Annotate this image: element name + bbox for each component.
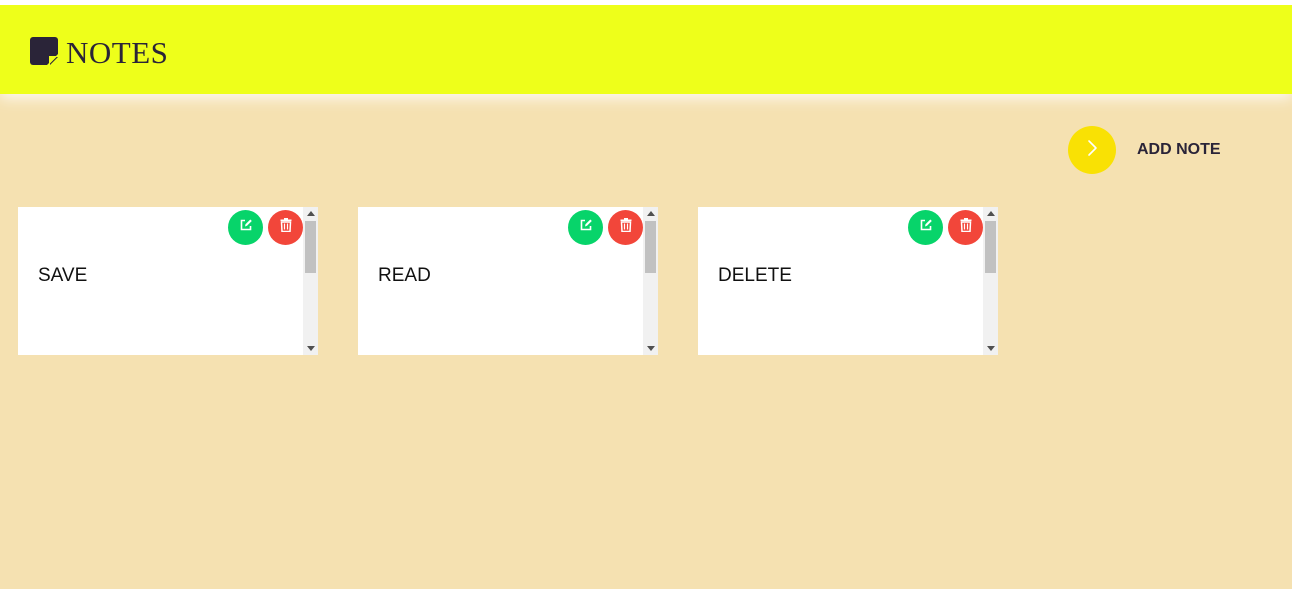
scroll-up-arrow-icon[interactable] bbox=[303, 207, 318, 219]
scroll-up-arrow-icon[interactable] bbox=[983, 207, 998, 219]
chevron-right-icon bbox=[1085, 139, 1099, 162]
edit-note-button[interactable] bbox=[908, 210, 943, 245]
page-title: NOTES bbox=[66, 35, 169, 70]
trash-icon bbox=[960, 218, 972, 237]
scrollbar-thumb[interactable] bbox=[645, 221, 656, 273]
edit-icon bbox=[579, 218, 593, 237]
scroll-down-arrow-icon[interactable] bbox=[303, 342, 318, 354]
note-text: SAVE bbox=[38, 265, 88, 286]
trash-icon bbox=[620, 218, 632, 237]
delete-note-button[interactable] bbox=[608, 210, 643, 245]
note-card: DELETE bbox=[698, 207, 998, 355]
note-scrollbar[interactable] bbox=[643, 207, 658, 355]
scroll-down-arrow-icon[interactable] bbox=[983, 342, 998, 354]
note-card: SAVE bbox=[18, 207, 318, 355]
note-text: READ bbox=[378, 265, 431, 286]
edit-note-button[interactable] bbox=[568, 210, 603, 245]
edit-icon bbox=[919, 218, 933, 237]
delete-note-button[interactable] bbox=[948, 210, 983, 245]
sticky-note-icon bbox=[30, 37, 58, 65]
add-note-button[interactable] bbox=[1068, 126, 1116, 174]
note-scrollbar[interactable] bbox=[303, 207, 318, 355]
add-note-label[interactable]: ADD NOTE bbox=[1137, 141, 1221, 159]
header-bar: NOTES bbox=[0, 5, 1292, 94]
scroll-up-arrow-icon[interactable] bbox=[643, 207, 658, 219]
trash-icon bbox=[280, 218, 292, 237]
scrollbar-thumb[interactable] bbox=[985, 221, 996, 273]
scroll-down-arrow-icon[interactable] bbox=[643, 342, 658, 354]
edit-icon bbox=[239, 218, 253, 237]
note-card: READ bbox=[358, 207, 658, 355]
scrollbar-thumb[interactable] bbox=[305, 221, 316, 273]
edit-note-button[interactable] bbox=[228, 210, 263, 245]
delete-note-button[interactable] bbox=[268, 210, 303, 245]
note-text: DELETE bbox=[718, 265, 792, 286]
note-scrollbar[interactable] bbox=[983, 207, 998, 355]
